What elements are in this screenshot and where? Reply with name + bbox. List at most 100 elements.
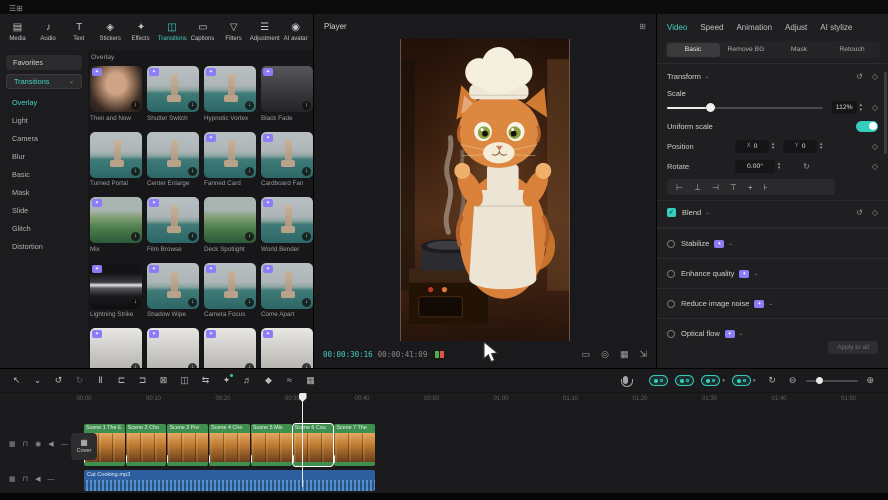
select-tool-caret[interactable]: ⌄ <box>27 376 48 385</box>
keyframe-diamond-icon[interactable]: ◇ <box>872 208 878 217</box>
snapshot-icon[interactable]: ◎ <box>601 349 609 360</box>
inspector-tab[interactable]: Video <box>667 23 687 32</box>
transition-item[interactable]: ✦ ↓ Hypnotic Vortex <box>204 66 256 123</box>
scale-slider[interactable] <box>667 107 823 109</box>
feature-checkbox[interactable] <box>667 330 675 338</box>
keyframe-diamond-icon[interactable]: ◇ <box>872 72 878 81</box>
graph-icon[interactable]: ≈ <box>279 376 300 385</box>
transition-thumbnail[interactable]: ✦ ↓ <box>90 328 142 368</box>
video-clip[interactable]: Scene 6 Cou <box>293 424 334 466</box>
freeze-frame-icon[interactable]: ◫ <box>174 376 195 385</box>
transition-thumbnail[interactable]: ✦ ↓ <box>204 197 256 243</box>
chevron-down-icon[interactable]: ⌄ <box>705 210 710 216</box>
chevron-down-icon[interactable]: ⌄ <box>768 301 773 307</box>
zoom-in-icon[interactable]: ⊕ <box>866 375 874 386</box>
transition-item[interactable]: ✦ ↓ Come Apart <box>261 263 313 320</box>
keyframe-add-icon[interactable] <box>675 375 694 386</box>
sidebar-item[interactable]: Mask <box>0 183 88 201</box>
keyframe-icon[interactable]: ◆ <box>258 376 279 385</box>
category-dropdown[interactable]: Transitions ⌄ <box>6 74 82 89</box>
transition-item[interactable]: ✦ ↓ Lightning Strike <box>90 263 142 320</box>
fullscreen-icon[interactable]: ⇲ <box>639 349 647 360</box>
toolbar-item[interactable]: ◉ AI avatar <box>280 22 311 42</box>
sidebar-item[interactable]: Light <box>0 111 88 129</box>
transition-item[interactable]: ✦ ↓ Film Browse <box>147 197 199 254</box>
delete-icon[interactable]: ⊠ <box>153 376 174 385</box>
position-y-stepper[interactable]: ▲▼ <box>819 142 823 151</box>
position-x-input[interactable]: X0 <box>735 140 769 153</box>
inspector-subtab[interactable]: Retouch <box>826 43 879 57</box>
inspector-tab[interactable]: Animation <box>736 23 772 32</box>
settings-icon[interactable]: ⊞ <box>16 4 23 13</box>
scale-value-input[interactable]: 112% <box>832 101 857 114</box>
transition-item[interactable]: ✦ ↓ Turned Portal <box>90 132 142 189</box>
transition-thumbnail[interactable]: ✦ ↓ <box>261 66 313 112</box>
inspector-subtab[interactable]: Mask <box>773 43 826 57</box>
transition-thumbnail[interactable]: ✦ ↓ <box>147 132 199 178</box>
undo-icon[interactable]: ↺ <box>48 376 69 385</box>
extract-audio-icon[interactable]: ♬ <box>237 376 258 385</box>
player-options-icon[interactable]: ⊞ <box>639 22 646 31</box>
video-clip[interactable]: Scene 7 The <box>334 424 375 466</box>
toolbar-item[interactable]: ✦ Effects <box>126 22 157 42</box>
inspector-subtab[interactable]: Basic <box>667 43 720 57</box>
split-icon[interactable]: Ⅱ <box>90 376 111 385</box>
transition-item[interactable]: ✦ ↓ Mix <box>90 197 142 254</box>
track-order-icon[interactable]: ▦ <box>9 475 16 483</box>
transition-item[interactable]: ✦ ↓ Center Enlarge <box>147 132 199 189</box>
rotate-dial-icon[interactable]: ↻ <box>803 162 810 171</box>
transition-thumbnail[interactable]: ✦ ↓ <box>204 328 256 368</box>
toolbar-item[interactable]: ☰ Adjustment <box>249 22 280 42</box>
toolbar-item[interactable]: ▽ Filters <box>218 22 249 42</box>
transition-item[interactable]: ✦ ↓ Cardboard Fan <box>261 132 313 189</box>
toolbar-item[interactable]: ▤ Media <box>2 22 33 42</box>
collapse-track-icon[interactable]: — <box>61 441 68 448</box>
preview-quality-icon[interactable] <box>435 351 444 358</box>
transition-thumbnail[interactable]: ✦ ↓ <box>147 263 199 309</box>
video-clip[interactable]: Scene 2 Cho <box>126 424 167 466</box>
align-top-icon[interactable]: ⊤ <box>730 183 737 192</box>
sidebar-item[interactable]: Basic <box>0 165 88 183</box>
feature-checkbox[interactable] <box>667 300 675 308</box>
apply-to-all-button[interactable]: Apply to all <box>828 341 878 354</box>
transition-item[interactable]: ✦ ↓ Shutter Switch <box>147 66 199 123</box>
mute-track-icon[interactable]: ◀ <box>48 440 53 448</box>
resolution-icon[interactable]: ▦ <box>620 349 629 360</box>
transition-thumbnail[interactable]: ✦ ↓ <box>204 263 256 309</box>
transition-item[interactable]: ✦ ↓ World Bender <box>261 197 313 254</box>
inspector-tab[interactable]: AI stylize <box>820 23 852 32</box>
toolbar-item[interactable]: ◈ Stickers <box>95 22 126 42</box>
transition-thumbnail[interactable]: ✦ ↓ <box>90 197 142 243</box>
transition-item[interactable]: ✦ ↓ Then and Now <box>90 66 142 123</box>
transition-thumbnail[interactable]: ✦ ↓ <box>261 328 313 368</box>
transition-thumbnail[interactable]: ✦ ↓ <box>90 263 142 309</box>
toolbar-item[interactable]: T Text <box>64 22 95 42</box>
transition-item[interactable]: ✦ ↓ Shadow Wipe <box>147 263 199 320</box>
align-hcenter-icon[interactable]: + <box>748 183 753 192</box>
position-y-input[interactable]: Y0 <box>783 140 817 153</box>
sidebar-item[interactable]: Camera <box>0 129 88 147</box>
transition-thumbnail[interactable]: ✦ ↓ <box>261 263 313 309</box>
chevron-down-icon[interactable]: ⌄ <box>705 74 710 80</box>
favorites-button[interactable]: Favorites <box>6 55 82 70</box>
scale-stepper[interactable]: ▲▼ <box>859 103 863 112</box>
blend-checkbox[interactable]: ✓ <box>667 208 676 217</box>
chevron-down-icon[interactable]: ⌄ <box>739 331 744 337</box>
sidebar-item[interactable]: Slide <box>0 201 88 219</box>
lock-track-icon[interactable]: ⊓ <box>23 475 28 483</box>
video-clip[interactable]: Scene 5 Mix <box>251 424 292 466</box>
keyframe-diamond-icon[interactable]: ◇ <box>872 142 878 151</box>
video-clip[interactable]: Scene 3 Pre <box>167 424 208 466</box>
lock-track-icon[interactable]: ⊓ <box>23 440 28 448</box>
reset-icon[interactable]: ↺ <box>856 208 863 217</box>
audio-clip[interactable]: Cat Cooking.mp3 <box>84 470 375 491</box>
align-bottom-icon[interactable]: ⊦ <box>764 183 768 192</box>
chevron-down-icon[interactable]: ⌄ <box>753 271 758 277</box>
position-x-stepper[interactable]: ▲▼ <box>771 142 775 151</box>
chevron-down-icon[interactable]: ⌄ <box>728 241 733 247</box>
transition-thumbnail[interactable]: ✦ ↓ <box>90 66 142 112</box>
align-vcenter-icon[interactable]: ⊥ <box>694 183 701 192</box>
select-tool-icon[interactable]: ↖ <box>6 376 27 385</box>
transition-thumbnail[interactable]: ✦ ↓ <box>204 66 256 112</box>
feature-checkbox[interactable] <box>667 240 675 248</box>
